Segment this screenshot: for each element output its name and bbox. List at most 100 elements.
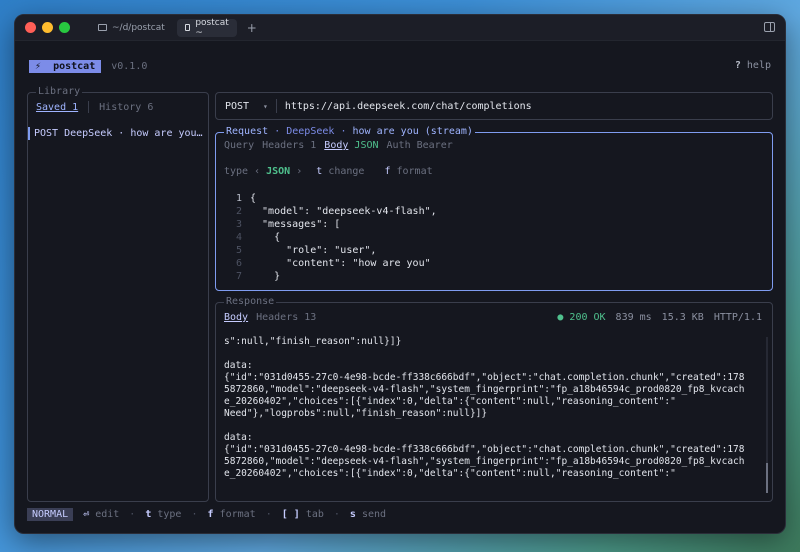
change-key: t: [316, 166, 323, 177]
window-tab-label: ~/d/postcat: [112, 22, 165, 33]
body-type-bar: type ‹ JSON › t change f format: [224, 166, 433, 177]
format-label: format: [396, 166, 433, 177]
library-legend: Library: [36, 86, 83, 97]
request-collection: DeepSeek: [286, 126, 335, 137]
line-number: 3: [235, 219, 242, 230]
body-line: 5872860,"model":"deepseek-v4-flash","sys…: [224, 384, 745, 395]
hint-label: tab: [305, 509, 324, 520]
title-dot: ·: [340, 126, 347, 137]
library-panel: Library Saved 1 History 6 POST DeepSeek …: [27, 86, 209, 502]
code-text: "messages": [: [250, 219, 341, 230]
code-text: {: [250, 193, 257, 204]
code-line: 5 "role": "user",: [224, 244, 437, 257]
minimize-button[interactable]: [42, 22, 53, 33]
type-label: type: [224, 166, 249, 177]
hint-divider: ·: [129, 509, 136, 520]
body-line: 5872860,"model":"deepseek-v4-flash","sys…: [224, 456, 745, 467]
window-tab-active[interactable]: postcat ~: [176, 17, 237, 38]
mode-indicator: NORMAL: [27, 508, 74, 521]
hint-label: format: [219, 509, 256, 520]
line-number: 1: [235, 193, 242, 204]
title-bar: ~/d/postcat postcat ~ +: [15, 15, 785, 41]
body-line: [224, 420, 756, 432]
hint-label: send: [361, 509, 387, 520]
body-line: s":null,"finish_reason":null}]}: [224, 336, 402, 347]
body-line: [224, 348, 756, 360]
response-time: 839 ms: [615, 312, 652, 323]
type-value[interactable]: JSON: [266, 166, 290, 177]
window-tabs: ~/d/postcat postcat ~ +: [90, 17, 257, 38]
hint-label: edit: [95, 509, 120, 520]
body-editor[interactable]: 1{ 2 "model": "deepseek-v4-flash", 3 "me…: [224, 192, 437, 283]
code-line: 3 "messages": [: [224, 218, 437, 231]
body-line: e_20260402","choices":[{"index":0,"delta…: [224, 396, 676, 407]
tab-headers[interactable]: Headers 1: [262, 140, 316, 151]
hint-divider: ·: [265, 509, 272, 520]
code-text: {: [250, 232, 281, 243]
status-dot-icon: ●: [557, 312, 564, 323]
library-tabs: Saved 1 History 6: [36, 101, 153, 113]
response-body[interactable]: s":null,"finish_reason":null}]} data: {"…: [224, 336, 756, 480]
code-text: "content": "how are you": [250, 258, 431, 269]
tab-query[interactable]: Query: [224, 140, 254, 151]
line-number: 5: [235, 245, 242, 256]
chevron-down-icon[interactable]: ▾: [263, 102, 268, 111]
tab-body[interactable]: Body: [324, 140, 348, 151]
help-key: ?: [734, 60, 741, 71]
body-line: {"id":"031d0455-27c0-4e98-bcde-ff338c666…: [224, 372, 745, 383]
body-line: Need"},"logprobs":null,"finish_reason":n…: [224, 408, 488, 419]
app-content: ⚡ postcat v0.1.0 ? help Library Saved 1 …: [15, 42, 785, 533]
tab-response-body[interactable]: Body: [224, 312, 248, 323]
maximize-button[interactable]: [59, 22, 70, 33]
tab-auth[interactable]: Auth Bearer: [387, 140, 453, 151]
tab-saved[interactable]: Saved 1: [36, 102, 78, 113]
hint-key: t: [145, 509, 152, 520]
tab-response-headers[interactable]: Headers 13: [256, 312, 316, 323]
response-legend: Response: [224, 296, 277, 307]
hint-key: s: [349, 509, 356, 520]
hint-key: f: [207, 509, 214, 520]
app-logo: ⚡ postcat: [29, 60, 102, 73]
chevron-right-icon[interactable]: ›: [296, 166, 302, 177]
bolt-icon: ⚡: [35, 61, 42, 72]
request-title: Request · DeepSeek · how are you (stream…: [224, 126, 475, 137]
request-panel: Request · DeepSeek · how are you (stream…: [215, 126, 773, 291]
scrollbar-thumb[interactable]: [766, 463, 768, 493]
chevron-left-icon[interactable]: ‹: [254, 166, 260, 177]
code-line: 4 {: [224, 231, 437, 244]
url-divider: [275, 99, 277, 113]
terminal-icon: [184, 24, 191, 31]
body-line: data:: [224, 360, 253, 371]
response-scrollbar[interactable]: [766, 337, 768, 493]
window-tab[interactable]: ~/d/postcat: [90, 19, 173, 37]
hint-divider: ·: [191, 509, 198, 520]
help-hint[interactable]: ? help: [735, 60, 771, 71]
line-number: 2: [235, 206, 242, 217]
response-protocol: HTTP/1.1: [713, 312, 762, 323]
window-tab-label: postcat ~: [195, 17, 229, 38]
response-size: 15.3 KB: [661, 312, 704, 323]
app-name: postcat: [53, 61, 96, 72]
help-label: help: [746, 60, 771, 71]
response-panel: Response Body Headers 13 ● 200 OK 839 ms…: [215, 296, 773, 502]
code-line: 1{: [224, 192, 437, 205]
body-line: e_20260402","choices":[{"index":0,"delta…: [224, 468, 676, 479]
hint-label: type: [157, 509, 182, 520]
new-tab-button[interactable]: +: [247, 21, 257, 35]
request-tabs: Query Headers 1 Body JSON Auth Bearer: [224, 140, 453, 151]
sidebar-toggle-icon[interactable]: [764, 22, 775, 32]
line-number: 7: [235, 271, 242, 282]
line-number: 6: [235, 258, 242, 269]
url-input[interactable]: https://api.deepseek.com/chat/completion…: [285, 101, 532, 112]
body-line: {"id":"031d0455-27c0-4e98-bcde-ff338c666…: [224, 444, 745, 455]
tab-history[interactable]: History 6: [99, 102, 153, 113]
format-key: f: [384, 166, 391, 177]
terminal-window: ~/d/postcat postcat ~ + ⚡ postcat v0.1.0…: [14, 14, 786, 534]
code-text: "model": "deepseek-v4-flash",: [250, 206, 437, 217]
close-button[interactable]: [25, 22, 36, 33]
tab-divider: [88, 101, 90, 113]
method-select[interactable]: POST: [225, 101, 263, 112]
library-item[interactable]: POST DeepSeek · how are you…: [28, 127, 208, 140]
code-text: "role": "user",: [250, 245, 377, 256]
type-value-text: JSON: [266, 166, 291, 177]
